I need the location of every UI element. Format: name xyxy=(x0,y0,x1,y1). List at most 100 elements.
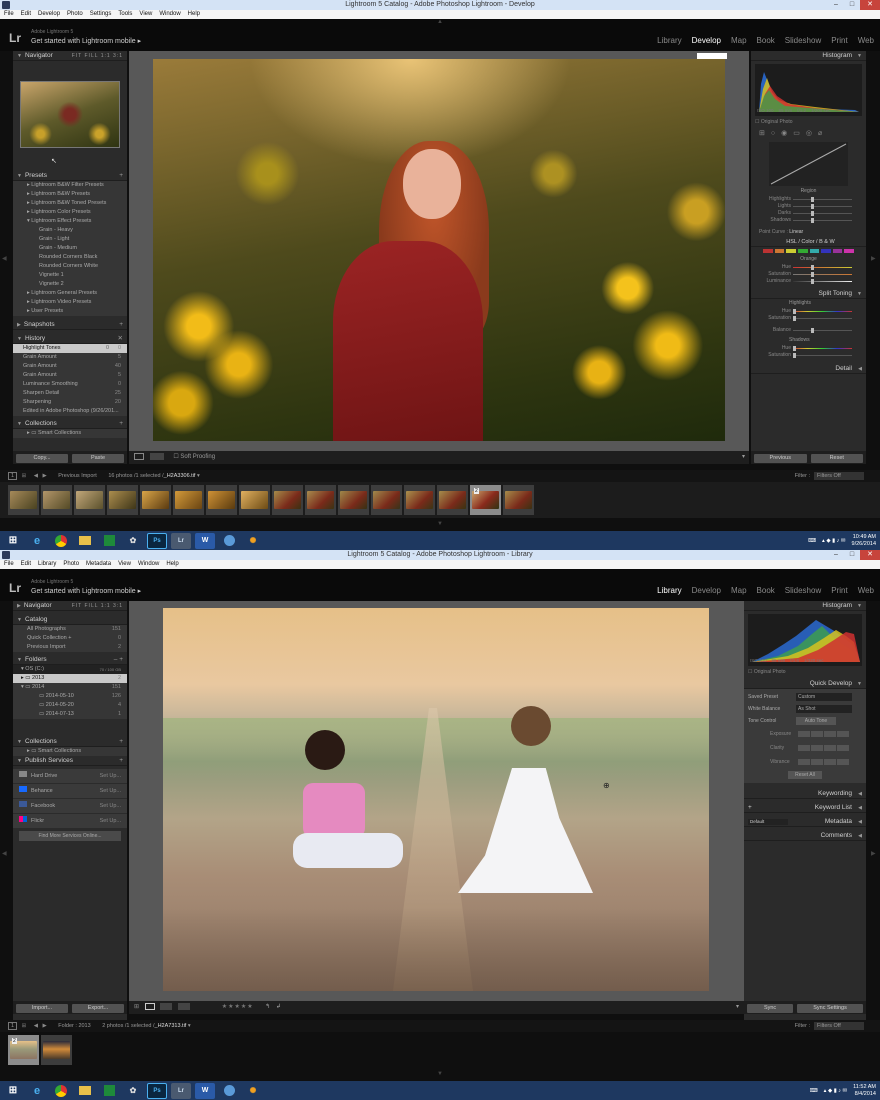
filmstrip-thumb[interactable] xyxy=(41,1035,72,1065)
menu-edit[interactable]: Edit xyxy=(21,560,31,569)
toolbar-dropdown-icon[interactable]: ▾ xyxy=(736,1001,739,1014)
saved-preset-dropdown[interactable]: Custom xyxy=(796,693,852,701)
point-curve-row[interactable]: Point Curve : Linear xyxy=(751,227,866,237)
excel-icon[interactable] xyxy=(99,1083,119,1099)
filmstrip-thumb[interactable] xyxy=(305,485,336,515)
explorer-icon[interactable] xyxy=(75,533,95,549)
spot-removal-icon[interactable]: ○ xyxy=(771,130,775,137)
rotate-right-icon[interactable]: ↲ xyxy=(276,1004,281,1010)
presets-header[interactable]: ▼ Presets + xyxy=(13,171,127,181)
lightroom-icon[interactable]: Lr xyxy=(171,1082,191,1099)
explorer-icon[interactable] xyxy=(75,1083,95,1099)
history-step[interactable]: Grain Amount 40 xyxy=(13,362,127,371)
navigator-zoom-options[interactable]: FIT FILL 1:1 3:1 xyxy=(72,51,123,61)
catalog-item[interactable]: Quick Collection + 0 xyxy=(13,634,127,643)
publish-facebook[interactable]: Facebook Set Up... xyxy=(13,799,127,813)
swatch-green[interactable] xyxy=(797,249,808,253)
left-panel-toggle[interactable]: ◀ xyxy=(2,255,7,262)
swatch-blue[interactable] xyxy=(821,249,831,253)
menu-window[interactable]: Window xyxy=(138,560,159,569)
menu-file[interactable]: File xyxy=(4,10,14,19)
filmstrip-thumb[interactable] xyxy=(8,485,39,515)
copy-button[interactable]: Copy... xyxy=(16,454,68,463)
filmstrip-thumb[interactable] xyxy=(140,485,171,515)
module-book[interactable]: Book xyxy=(757,36,775,45)
paint-icon[interactable]: ✿ xyxy=(123,1083,143,1099)
preset-item[interactable]: Rounded Corners White xyxy=(13,262,127,271)
ie-icon[interactable]: e xyxy=(27,1083,47,1099)
filmstrip-thumb-selected[interactable]: 2 xyxy=(470,485,501,515)
reset-all-button[interactable]: Reset All xyxy=(788,771,822,779)
preset-item[interactable]: Grain - Heavy xyxy=(13,226,127,235)
loupe-view-icon[interactable] xyxy=(144,1002,155,1010)
navigator-preview[interactable]: ↖ xyxy=(13,61,127,171)
service-setup[interactable]: Set Up... xyxy=(100,784,121,798)
word-icon[interactable]: W xyxy=(195,1082,215,1099)
paint-icon[interactable]: ✿ xyxy=(123,533,143,549)
comments-header[interactable]: Comments ◀ xyxy=(744,831,866,841)
swatch-magenta[interactable] xyxy=(844,249,854,253)
chrome-icon[interactable] xyxy=(51,533,71,549)
menu-edit[interactable]: Edit xyxy=(21,10,31,19)
module-slideshow[interactable]: Slideshow xyxy=(785,586,821,595)
flower-icon[interactable]: ✺ xyxy=(243,1083,263,1099)
itunes-icon[interactable] xyxy=(219,533,239,549)
menu-view[interactable]: View xyxy=(139,10,152,19)
folder-options-icon[interactable]: ‒ + xyxy=(114,655,123,665)
back-arrow-icon[interactable]: ◀ xyxy=(34,473,38,479)
module-web[interactable]: Web xyxy=(858,586,874,595)
start-icon[interactable]: ⊞ xyxy=(3,1083,23,1099)
exposure-buttons[interactable] xyxy=(798,731,849,737)
split-shadow-hue-slider[interactable]: Hue xyxy=(751,345,866,352)
paste-button[interactable]: Paste xyxy=(72,454,124,463)
hsl-tabs[interactable]: HSL / Color / B & W xyxy=(786,239,834,245)
folders-header[interactable]: ▼ Folders ‒ + xyxy=(13,655,127,665)
navigator-header[interactable]: ▶ Navigator FIT FILL 1:1 3:1 xyxy=(13,601,127,611)
left-panel-toggle[interactable]: ◀ xyxy=(2,850,7,857)
drive-row[interactable]: ▾ OS (C:) 70 / 100 GB xyxy=(13,665,127,674)
filmstrip-thumb[interactable] xyxy=(239,485,270,515)
minimize-button[interactable]: ‒ xyxy=(828,0,844,10)
add-service-icon[interactable]: + xyxy=(119,756,123,766)
itunes-icon[interactable] xyxy=(219,1083,239,1099)
split-saturation-slider[interactable]: Saturation xyxy=(751,315,866,322)
sync-button[interactable]: Sync xyxy=(747,1004,794,1013)
publish-hard-drive[interactable]: Hard Drive Set Up... xyxy=(13,769,127,783)
maximize-button[interactable]: □ xyxy=(844,550,860,560)
swatch-yellow[interactable] xyxy=(786,249,796,253)
excel-icon[interactable] xyxy=(99,533,119,549)
lightroom-icon[interactable]: Lr xyxy=(171,532,191,549)
history-step[interactable]: Grain Amount 5 xyxy=(13,371,127,380)
auto-tone-button[interactable]: Auto Tone xyxy=(796,717,836,725)
filmstrip-thumb[interactable] xyxy=(173,485,204,515)
preset-item[interactable]: Vignette 1 xyxy=(13,271,127,280)
service-setup[interactable]: Set Up... xyxy=(100,799,121,813)
catalog-item[interactable]: All Photographs 151 xyxy=(13,625,127,634)
publish-flickr[interactable]: Flickr Set Up... xyxy=(13,814,127,828)
top-panel-toggle[interactable]: ▲ xyxy=(437,19,443,25)
toolbar-dropdown-icon[interactable]: ▾ xyxy=(742,451,745,464)
publish-services-header[interactable]: ▼ Publish Services + xyxy=(13,756,127,766)
history-step[interactable]: Edited in Adobe Photoshop (9/26/201... xyxy=(13,407,127,416)
histogram-header[interactable]: Histogram ▼ xyxy=(751,51,866,61)
highlights-slider[interactable]: Highlights xyxy=(751,196,866,203)
filmstrip-thumb[interactable] xyxy=(107,485,138,515)
clarity-buttons[interactable] xyxy=(798,745,849,751)
history-header[interactable]: ▼ History ✕ xyxy=(13,334,127,344)
subfolder-row[interactable]: ▭ 2014-07-13 1 xyxy=(13,710,127,719)
navigator-zoom-options[interactable]: FIT FILL 1:1 3:1 xyxy=(72,601,123,611)
preset-folder[interactable]: ▸ Lightroom B&W Toned Presets xyxy=(13,199,127,208)
quick-develop-header[interactable]: Quick Develop ▼ xyxy=(744,679,866,689)
survey-view-icon[interactable] xyxy=(178,1002,191,1010)
bottom-panel-toggle[interactable]: ▼ xyxy=(437,521,443,527)
maximize-button[interactable]: □ xyxy=(844,0,860,10)
forward-arrow-icon[interactable]: ▶ xyxy=(43,473,47,479)
darks-slider[interactable]: Darks xyxy=(751,210,866,217)
module-web[interactable]: Web xyxy=(858,36,874,45)
grid-icon[interactable]: ⊞ xyxy=(22,473,27,479)
history-step[interactable]: Sharpening 20 xyxy=(13,398,127,407)
ie-icon[interactable]: e xyxy=(27,533,47,549)
metadata-preset-dropdown[interactable]: Default xyxy=(748,819,788,825)
filter-dropdown[interactable]: Filters Off xyxy=(814,1022,864,1030)
module-library[interactable]: Library xyxy=(657,36,681,45)
